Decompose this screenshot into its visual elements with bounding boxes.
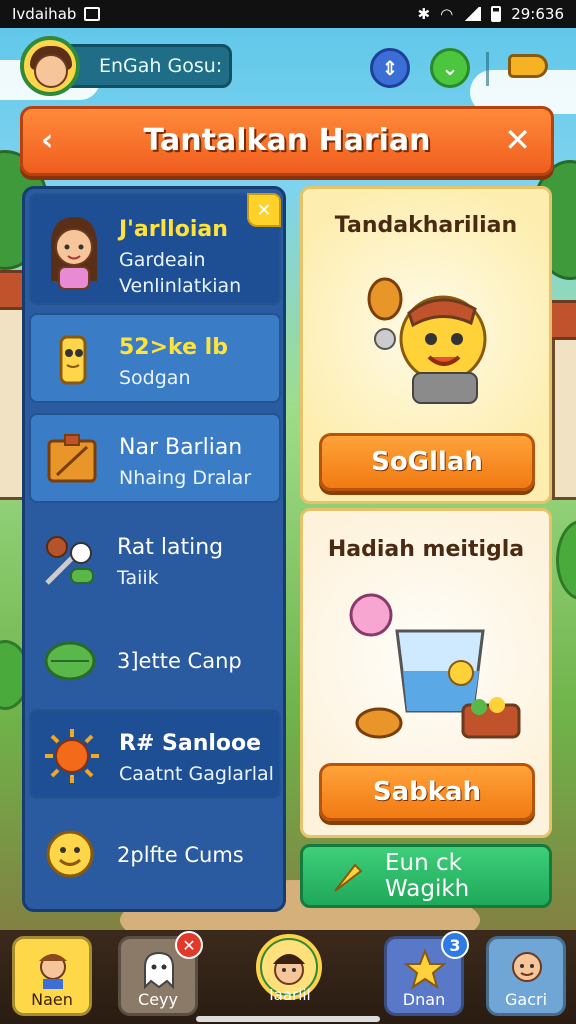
smiley-icon [41, 825, 99, 883]
task-item[interactable]: 3]ette Canp [29, 615, 281, 705]
battery-icon [491, 6, 502, 22]
task-title: J'arlloian [119, 217, 228, 242]
task-item[interactable]: J'arlloian Gardeain Venlinlatkian ✕ [29, 193, 281, 305]
status-bar: Ivdaihab ✱ ◠ 29:636 [0, 0, 576, 28]
task-item[interactable]: Nar Barlian Nhaing Dralar [29, 413, 281, 503]
card-title: Tandakharilian [334, 213, 518, 238]
profile-bar: EnGah Gosu: ⇕ ⌄ [16, 36, 560, 98]
divider [486, 52, 489, 86]
favorite-star-icon: ✕ [247, 193, 281, 227]
sun-icon [43, 727, 101, 785]
task-title: Nar Barlian [119, 435, 243, 460]
task-subtitle: Gardeain [119, 249, 206, 271]
avatar[interactable] [20, 36, 80, 96]
card-title: Hadiah meitigla [327, 537, 525, 562]
menu-hand-button[interactable] [504, 46, 554, 86]
clock: 29:636 [511, 5, 564, 23]
task-title: 2plfte Cums [117, 843, 244, 867]
nav-label: Iaarlil [269, 986, 311, 1004]
green-button-label: Eun ck Wagikh [385, 850, 470, 902]
pointing-hand-icon [508, 54, 548, 78]
reward-card: Hadiah meitigla Sabkah [300, 508, 552, 838]
nav-item-friends[interactable]: Gacri [486, 936, 566, 1016]
task-item[interactable]: R# Sanlooe Caatnt Gaglarlal [29, 709, 281, 799]
home-indicator [196, 1016, 380, 1022]
nav-item-home[interactable]: Naen [12, 936, 92, 1016]
page-title: Tantalkan Harian [143, 123, 431, 158]
title-banner: ‹ Tantalkan Harian ✕ [20, 106, 554, 176]
chat-button[interactable]: ⌄ [430, 48, 470, 88]
wifi-icon: ◠ [440, 5, 454, 23]
notification-badge: 3 [441, 931, 469, 959]
signal-icon [463, 7, 482, 21]
daily-task-card: Tandakharilian SoGllah [300, 186, 552, 504]
player-name: EnGah Gosu: [99, 55, 223, 77]
nav-item-copy[interactable]: Ceyy ✕ [118, 931, 203, 1016]
carrier-label: Ivdaihab [12, 5, 77, 23]
ghost-icon [137, 947, 181, 991]
bluetooth-icon: ✱ [417, 5, 431, 23]
task-item[interactable]: Rat lating Taiik [29, 515, 281, 605]
task-title: 52>ke lb [119, 335, 228, 360]
task-subtitle: Nhaing Dralar [119, 467, 252, 489]
task-subtitle: Caatnt Gaglarlal [119, 763, 274, 785]
crate-icon [43, 431, 101, 489]
task-item[interactable]: 52>ke lb Sodgan [29, 313, 281, 403]
compass-button[interactable]: ⇕ [370, 48, 410, 88]
notification-badge: ✕ [175, 931, 203, 959]
nav-label: Naen [31, 990, 73, 1009]
nav-label: Gacri [504, 990, 548, 1009]
claim-reward-button[interactable]: Sabkah [319, 763, 535, 821]
task-subtitle: Taiik [117, 567, 159, 589]
cooking-tools-icon [41, 531, 99, 589]
task-title: 3]ette Canp [117, 649, 242, 673]
player-name-pill[interactable]: EnGah Gosu: [56, 44, 232, 88]
task-subtitle: Sodgan [119, 367, 191, 389]
quest-green-button[interactable]: Eun ck Wagikh [300, 844, 552, 908]
task-title: Rat lating [117, 535, 224, 560]
reward-items-icon [333, 581, 523, 751]
leaf-icon [41, 631, 99, 689]
task-subtitle: Venlinlatkian [119, 275, 242, 297]
close-icon[interactable]: ✕ [504, 121, 531, 159]
star-map-icon [403, 947, 447, 991]
notification-icon [84, 7, 101, 21]
girl-character-icon [43, 211, 105, 295]
chat-icon: ⌄ [441, 56, 459, 80]
task-item[interactable]: 2plfte Cums [29, 809, 281, 899]
task-title: R# Sanlooe [119, 731, 262, 756]
friend-icon [505, 947, 549, 991]
bottom-nav: Naen Ceyy ✕ Dnan 3 Gacri [0, 930, 576, 1024]
avatar-face-icon [34, 54, 68, 88]
claim-daily-button[interactable]: SoGllah [319, 433, 535, 491]
nav-item-map[interactable]: Dnan 3 [384, 931, 469, 1016]
scroll-icon [43, 331, 101, 389]
nav-label: Dnan [402, 990, 446, 1009]
nav-label: Ceyy [138, 990, 178, 1009]
carrot-icon [329, 859, 365, 895]
task-list: J'arlloian Gardeain Venlinlatkian ✕ 52>k… [22, 186, 286, 912]
mascot-character-icon [359, 269, 499, 409]
character-icon [31, 947, 75, 991]
compass-icon: ⇕ [381, 56, 399, 80]
